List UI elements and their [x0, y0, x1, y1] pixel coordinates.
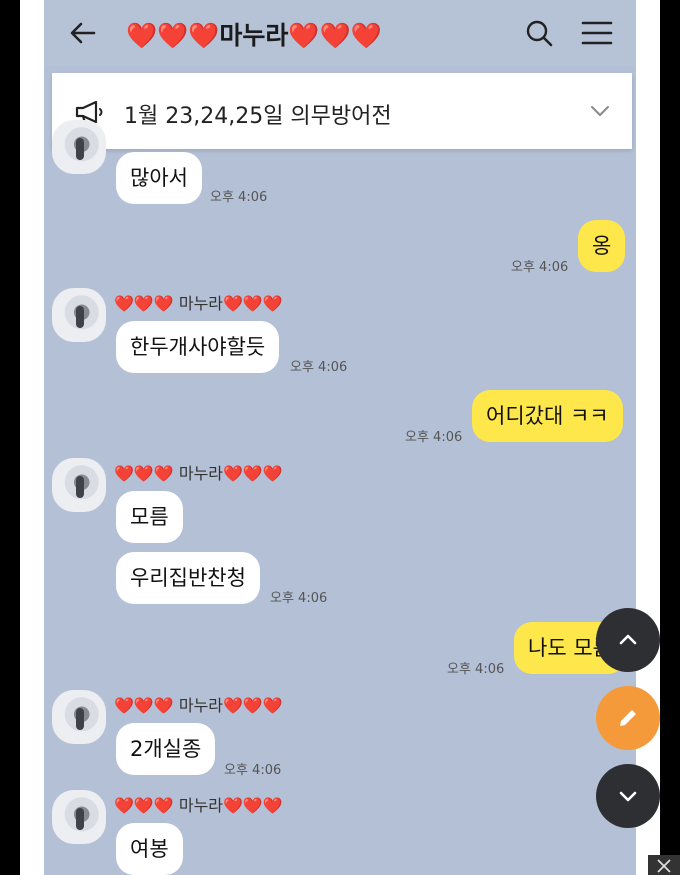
pencil-icon [620, 710, 636, 726]
outgoing-message-bubble[interactable]: 옹 [578, 220, 626, 272]
chevron-up-icon [619, 634, 637, 645]
screenshot-frame: ❤️❤️❤️마누라❤️❤️❤️ 1월 23,24,25일 의무방어전 많아서 오… [0, 0, 680, 875]
outgoing-message-bubble[interactable]: 어디갔대 ㅋㅋ [472, 390, 623, 442]
chevron-down-icon [619, 791, 637, 802]
message-time: 오후 4:06 [270, 591, 328, 606]
avatar[interactable] [52, 790, 106, 844]
message-time: 오후 4:06 [511, 260, 569, 275]
avatar[interactable] [52, 690, 106, 744]
avatar[interactable] [52, 288, 106, 342]
incoming-message-bubble[interactable]: 한두개사야할듯 [116, 321, 280, 373]
chat-title: ❤️❤️❤️마누라❤️❤️❤️ [126, 16, 382, 52]
menu-icon[interactable] [580, 18, 614, 48]
notice-text: 1월 23,24,25일 의무방어전 [124, 104, 392, 129]
message-time: 오후 4:06 [405, 430, 463, 445]
chat-screen: ❤️❤️❤️마누라❤️❤️❤️ 1월 23,24,25일 의무방어전 많아서 오… [44, 0, 636, 875]
message-time: 오후 4:06 [447, 662, 505, 677]
title-hearts-right: ❤️❤️❤️ [288, 21, 382, 50]
back-arrow-icon[interactable] [68, 18, 98, 48]
message-time: 오후 4:06 [210, 190, 268, 205]
left-margin [20, 0, 44, 875]
scroll-down-button[interactable] [596, 764, 660, 828]
sender-name: ❤️❤️❤️ 마누라❤️❤️❤️ [114, 294, 283, 313]
avatar[interactable] [52, 120, 106, 174]
chat-header: ❤️❤️❤️마누라❤️❤️❤️ [44, 0, 636, 66]
incoming-message-bubble[interactable]: 2개실종 [116, 723, 216, 775]
edit-button[interactable] [596, 686, 660, 750]
incoming-message-bubble[interactable]: 모름 [116, 491, 183, 543]
incoming-message-bubble[interactable]: 여봉 [116, 823, 183, 875]
search-icon[interactable] [524, 18, 554, 48]
close-button[interactable] [648, 855, 680, 875]
close-icon [657, 859, 671, 873]
sender-name: ❤️❤️❤️ 마누라❤️❤️❤️ [114, 464, 283, 483]
chevron-down-icon[interactable] [588, 99, 612, 123]
sender-name: ❤️❤️❤️ 마누라❤️❤️❤️ [114, 796, 283, 815]
incoming-message-bubble[interactable]: 우리집반찬청 [116, 552, 260, 604]
notice-banner[interactable]: 1월 23,24,25일 의무방어전 [52, 73, 632, 149]
message-time: 오후 4:06 [290, 360, 348, 375]
sender-name: ❤️❤️❤️ 마누라❤️❤️❤️ [114, 696, 283, 715]
title-hearts-left: ❤️❤️❤️ [126, 21, 220, 50]
title-name: 마누라 [219, 21, 289, 50]
scroll-up-button[interactable] [596, 608, 660, 672]
avatar[interactable] [52, 458, 106, 512]
incoming-message-bubble[interactable]: 많아서 [116, 152, 202, 204]
message-time: 오후 4:06 [224, 763, 282, 778]
